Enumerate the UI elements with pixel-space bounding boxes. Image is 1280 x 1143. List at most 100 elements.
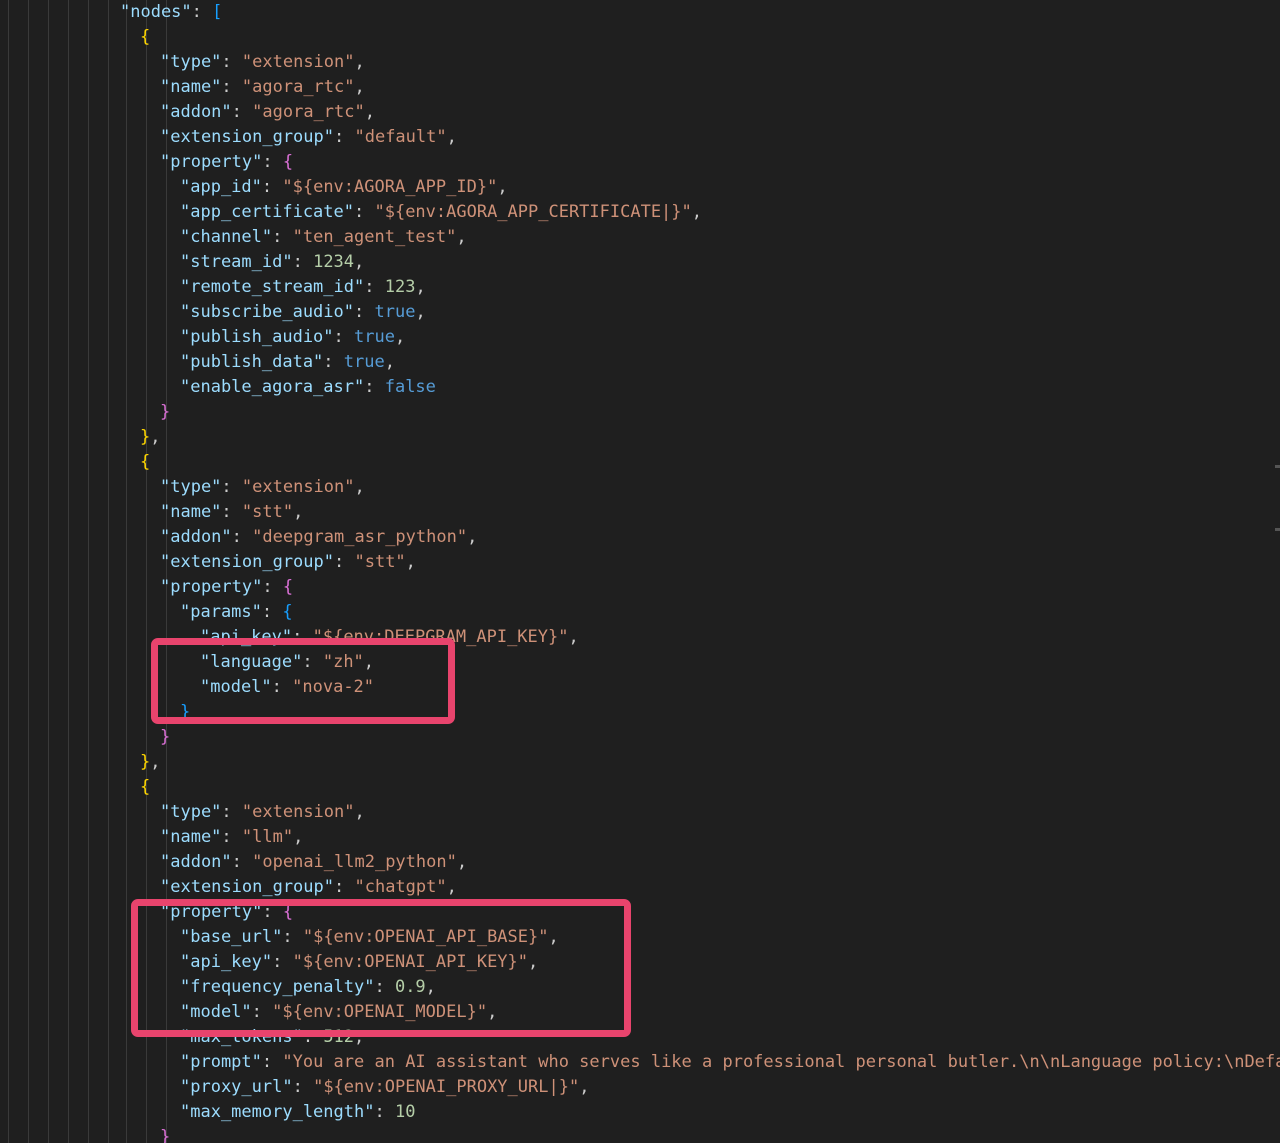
code-line[interactable]: "model": "nova-2" [0, 675, 374, 700]
code-token: : [323, 352, 344, 372]
code-token: "params" [180, 602, 262, 622]
code-line[interactable]: "publish_data": true, [0, 350, 395, 375]
code-line[interactable]: "remote_stream_id": 123, [0, 275, 426, 300]
code-line[interactable]: "name": "llm", [0, 825, 303, 850]
code-line[interactable]: { [0, 775, 150, 800]
code-token: "name" [160, 77, 222, 97]
code-token: , [293, 827, 304, 847]
code-token: : [334, 552, 355, 572]
code-token: : [292, 252, 314, 272]
code-editor[interactable]: "nodes": [{"type": "extension", "name": "… [0, 0, 1280, 1143]
code-token: "type" [160, 802, 222, 822]
code-token: "publish_data" [180, 352, 324, 372]
code-token: { [282, 902, 294, 922]
code-token: : [262, 577, 283, 597]
code-line[interactable]: } [0, 1125, 170, 1143]
code-token: 10 [394, 1102, 416, 1122]
code-line[interactable]: "addon": "openai_llm2_python", [0, 850, 467, 875]
code-line[interactable]: "stream_id": 1234, [0, 250, 364, 275]
code-line[interactable]: "prompt": "You are an AI assistant who s… [0, 1050, 1280, 1075]
code-line[interactable]: { [0, 450, 150, 475]
code-line[interactable]: "property": { [0, 900, 293, 925]
code-line[interactable]: "addon": "deepgram_asr_python", [0, 525, 477, 550]
code-token: true [374, 302, 416, 322]
code-token: "${env:AGORA_APP_ID}" [282, 177, 498, 197]
code-line[interactable]: "extension_group": "stt", [0, 550, 416, 575]
code-token: { [282, 602, 293, 622]
code-line[interactable]: "subscribe_audio": true, [0, 300, 426, 325]
code-token: : [272, 227, 293, 247]
code-token: "${env:OPENAI_MODEL}" [272, 1002, 488, 1022]
code-token: "extension_group" [160, 877, 334, 897]
code-token: : [334, 127, 355, 147]
code-line[interactable]: "api_key": "${env:OPENAI_API_KEY}", [0, 950, 538, 975]
code-line[interactable]: "model": "${env:OPENAI_MODEL}", [0, 1000, 497, 1025]
code-token: "stt" [241, 502, 294, 522]
code-line[interactable]: "channel": "ten_agent_test", [0, 225, 467, 250]
code-line[interactable]: }, [0, 425, 161, 450]
code-line[interactable]: "type": "extension", [0, 50, 365, 75]
code-line[interactable]: "app_id": "${env:AGORA_APP_ID}", [0, 175, 508, 200]
code-line[interactable]: "nodes": [ [0, 0, 222, 25]
code-line[interactable]: "base_url": "${env:OPENAI_API_BASE}", [0, 925, 559, 950]
code-token: "ten_agent_test" [292, 227, 457, 247]
code-token: , [548, 927, 559, 947]
code-line[interactable]: "params": { [0, 600, 293, 625]
scrollbar-marker[interactable] [1275, 465, 1280, 468]
code-line[interactable]: "property": { [0, 150, 293, 175]
code-line[interactable]: "proxy_url": "${env:OPENAI_PROXY_URL|}", [0, 1075, 589, 1100]
scrollbar-marker[interactable] [1275, 528, 1280, 531]
code-token: "model" [200, 677, 272, 697]
code-line[interactable]: } [0, 725, 170, 750]
code-line[interactable]: "type": "extension", [0, 475, 365, 500]
code-line[interactable]: "frequency_penalty": 0.9, [0, 975, 436, 1000]
code-line[interactable]: } [0, 700, 190, 725]
code-token: "extension" [241, 52, 355, 72]
code-token: "${env:OPENAI_PROXY_URL|}" [313, 1077, 580, 1097]
code-line[interactable]: }, [0, 750, 161, 775]
code-token: true [354, 327, 395, 347]
code-token: , [528, 952, 539, 972]
code-line[interactable]: "name": "agora_rtc", [0, 75, 365, 100]
code-line[interactable]: "type": "extension", [0, 800, 365, 825]
code-line[interactable]: "addon": "agora_rtc", [0, 100, 375, 125]
code-line[interactable]: "enable_agora_asr": false [0, 375, 436, 400]
code-token: : [262, 152, 283, 172]
code-line[interactable]: "extension_group": "default", [0, 125, 457, 150]
code-token: : [272, 952, 293, 972]
code-token: "llm" [241, 827, 294, 847]
code-line[interactable]: "name": "stt", [0, 500, 303, 525]
code-token: , [354, 252, 365, 272]
code-token: , [363, 652, 375, 672]
code-token: : [231, 852, 253, 872]
code-token: "You are an AI assistant who serves like… [282, 1052, 1280, 1072]
code-line[interactable]: "property": { [0, 575, 293, 600]
code-line[interactable]: "extension_group": "chatgpt", [0, 875, 457, 900]
code-line[interactable]: } [0, 400, 170, 425]
code-token: "proxy_url" [180, 1077, 293, 1097]
code-line[interactable]: "language": "zh", [0, 650, 374, 675]
code-token: : [333, 327, 355, 347]
code-token: false [384, 377, 436, 397]
code-token: : [251, 1002, 273, 1022]
code-line[interactable]: "api_key": "${env:DEEPGRAM_API_KEY}", [0, 625, 579, 650]
code-token: : [354, 202, 375, 222]
code-token: : [221, 802, 242, 822]
code-token: "deepgram_asr_python" [252, 527, 468, 547]
code-line[interactable]: "max_tokens": 512, [0, 1025, 364, 1050]
code-line[interactable]: "publish_audio": true, [0, 325, 405, 350]
code-token: "extension" [241, 802, 355, 822]
code-token: "extension_group" [160, 127, 334, 147]
code-line[interactable]: { [0, 25, 150, 50]
code-token: "addon" [160, 852, 232, 872]
code-token: , [364, 102, 375, 122]
code-token: "property" [160, 902, 263, 922]
code-token: , [446, 127, 457, 147]
code-line[interactable]: "max_memory_length": 10 [0, 1100, 415, 1125]
code-token: "nodes" [120, 2, 192, 22]
code-line[interactable]: "app_certificate": "${env:AGORA_APP_CERT… [0, 200, 702, 225]
code-token: "remote_stream_id" [180, 277, 365, 297]
code-token: : [364, 377, 385, 397]
code-token: "app_id" [180, 177, 262, 197]
code-token: , [497, 177, 508, 197]
